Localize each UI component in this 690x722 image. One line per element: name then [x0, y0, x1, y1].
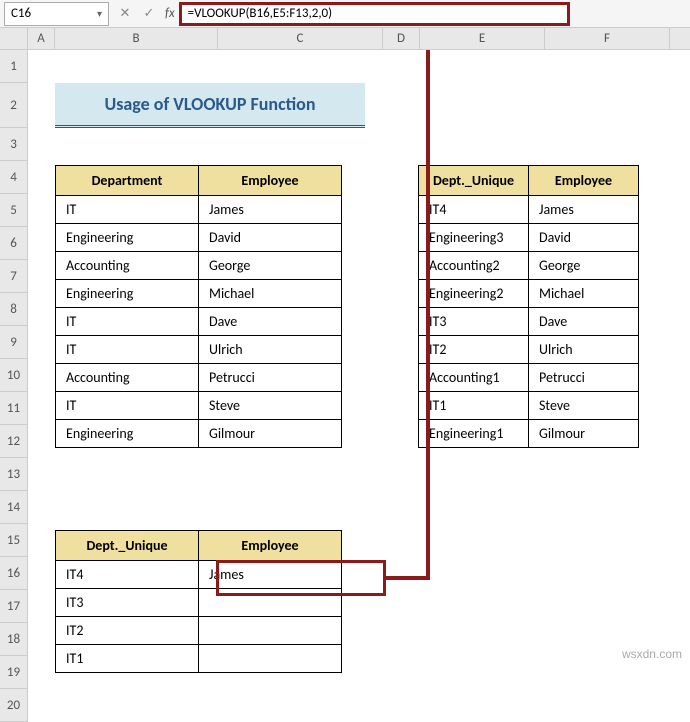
cell[interactable]: IT [56, 308, 199, 336]
row-header[interactable]: 8 [0, 293, 28, 326]
cell[interactable]: Accounting [56, 252, 199, 280]
th[interactable]: Department [56, 166, 199, 196]
col-header-b[interactable]: B [55, 28, 218, 49]
th[interactable]: Employee [199, 166, 342, 196]
row-header[interactable]: 18 [0, 623, 28, 656]
cell[interactable]: Petrucci [529, 364, 639, 392]
cell[interactable]: Michael [529, 280, 639, 308]
col-header-c[interactable]: C [218, 28, 383, 49]
cell[interactable]: IT1 [419, 392, 529, 420]
th[interactable]: Employee [199, 531, 342, 561]
cell[interactable]: IT [56, 392, 199, 420]
col-header-e[interactable]: E [420, 28, 545, 49]
row-header[interactable]: 4 [0, 161, 28, 194]
row-header[interactable]: 15 [0, 524, 28, 557]
column-headers: A B C D E F [0, 28, 690, 50]
th[interactable]: Dept._Unique [419, 166, 529, 196]
cell[interactable]: Accounting1 [419, 364, 529, 392]
cell[interactable]: IT4 [419, 196, 529, 224]
row-header[interactable]: 6 [0, 227, 28, 260]
cell[interactable]: George [199, 252, 342, 280]
cell[interactable]: IT3 [56, 589, 199, 617]
cell[interactable]: Gilmour [529, 420, 639, 448]
cell[interactable]: Steve [199, 392, 342, 420]
cell[interactable]: IT [56, 336, 199, 364]
cell[interactable]: Engineering [56, 420, 199, 448]
chevron-down-icon[interactable]: ▾ [97, 7, 102, 20]
table-source: DepartmentEmployee ITJames EngineeringDa… [55, 165, 342, 448]
cancel-icon[interactable]: ✕ [115, 4, 135, 24]
cell[interactable]: James [199, 196, 342, 224]
row-header[interactable]: 10 [0, 359, 28, 392]
cell[interactable]: Ulrich [529, 336, 639, 364]
cell[interactable]: George [529, 252, 639, 280]
row-headers: 1 2 3 4 5 6 7 8 9 10 11 12 13 14 15 16 1… [0, 50, 28, 722]
cell[interactable]: IT4 [56, 561, 199, 589]
cell[interactable]: IT [56, 196, 199, 224]
cell[interactable]: James [529, 196, 639, 224]
row-header[interactable]: 5 [0, 194, 28, 227]
th[interactable]: Employee [529, 166, 639, 196]
cell[interactable]: Engineering [56, 280, 199, 308]
name-box[interactable]: C16 ▾ [4, 2, 109, 26]
cell[interactable]: Engineering1 [419, 420, 529, 448]
formula-text: =VLOOKUP(B16,E5:F13,2,0) [188, 6, 332, 21]
th[interactable]: Dept._Unique [56, 531, 199, 561]
table-unique: Dept._UniqueEmployee IT4James Engineerin… [418, 165, 639, 448]
cell[interactable]: Engineering3 [419, 224, 529, 252]
cell[interactable]: Steve [529, 392, 639, 420]
row-header[interactable]: 17 [0, 590, 28, 623]
cell[interactable]: IT2 [56, 617, 199, 645]
row-header[interactable]: 3 [0, 128, 28, 161]
cell[interactable]: Accounting2 [419, 252, 529, 280]
page-title: Usage of VLOOKUP Function [55, 83, 365, 128]
cell[interactable]: IT1 [56, 645, 199, 673]
cell[interactable]: Engineering2 [419, 280, 529, 308]
cells-area[interactable]: Usage of VLOOKUP Function DepartmentEmpl… [28, 50, 690, 722]
formula-toolbar: C16 ▾ ✕ ✓ fx =VLOOKUP(B16,E5:F13,2,0) [0, 0, 690, 28]
name-box-value: C16 [11, 6, 97, 21]
row-header[interactable]: 20 [0, 689, 28, 722]
cell[interactable]: Dave [199, 308, 342, 336]
cell[interactable]: Ulrich [199, 336, 342, 364]
fx-icon[interactable]: fx [165, 6, 175, 21]
cell[interactable]: IT2 [419, 336, 529, 364]
row-header[interactable]: 16 [0, 557, 28, 590]
row-header[interactable]: 1 [0, 50, 28, 83]
cell[interactable] [199, 589, 342, 617]
cell[interactable]: IT3 [419, 308, 529, 336]
row-header[interactable]: 9 [0, 326, 28, 359]
row-header[interactable]: 2 [0, 83, 28, 128]
cell[interactable]: Accounting [56, 364, 199, 392]
cell[interactable]: David [529, 224, 639, 252]
cell[interactable]: Dave [529, 308, 639, 336]
col-header-d[interactable]: D [383, 28, 420, 49]
row-header[interactable]: 7 [0, 260, 28, 293]
cell[interactable] [199, 645, 342, 673]
col-header-f[interactable]: F [545, 28, 670, 49]
cell[interactable] [199, 617, 342, 645]
row-header[interactable]: 14 [0, 491, 28, 524]
watermark: wsxdn.com [622, 647, 682, 661]
row-header[interactable]: 13 [0, 458, 28, 491]
formula-bar[interactable]: =VLOOKUP(B16,E5:F13,2,0) [179, 2, 570, 26]
cell[interactable]: Michael [199, 280, 342, 308]
select-all-corner[interactable] [0, 28, 28, 49]
row-header[interactable]: 11 [0, 392, 28, 425]
cell[interactable]: Gilmour [199, 420, 342, 448]
accept-icon[interactable]: ✓ [139, 4, 159, 24]
cell[interactable]: Engineering [56, 224, 199, 252]
row-header[interactable]: 12 [0, 425, 28, 458]
cell[interactable]: James [199, 561, 342, 589]
col-header-a[interactable]: A [28, 28, 55, 49]
spreadsheet-grid: 1 2 3 4 5 6 7 8 9 10 11 12 13 14 15 16 1… [0, 50, 690, 722]
row-header[interactable]: 19 [0, 656, 28, 689]
cell[interactable]: David [199, 224, 342, 252]
cell[interactable]: Petrucci [199, 364, 342, 392]
table-result: Dept._UniqueEmployee IT4James IT3 IT2 IT… [55, 530, 342, 673]
